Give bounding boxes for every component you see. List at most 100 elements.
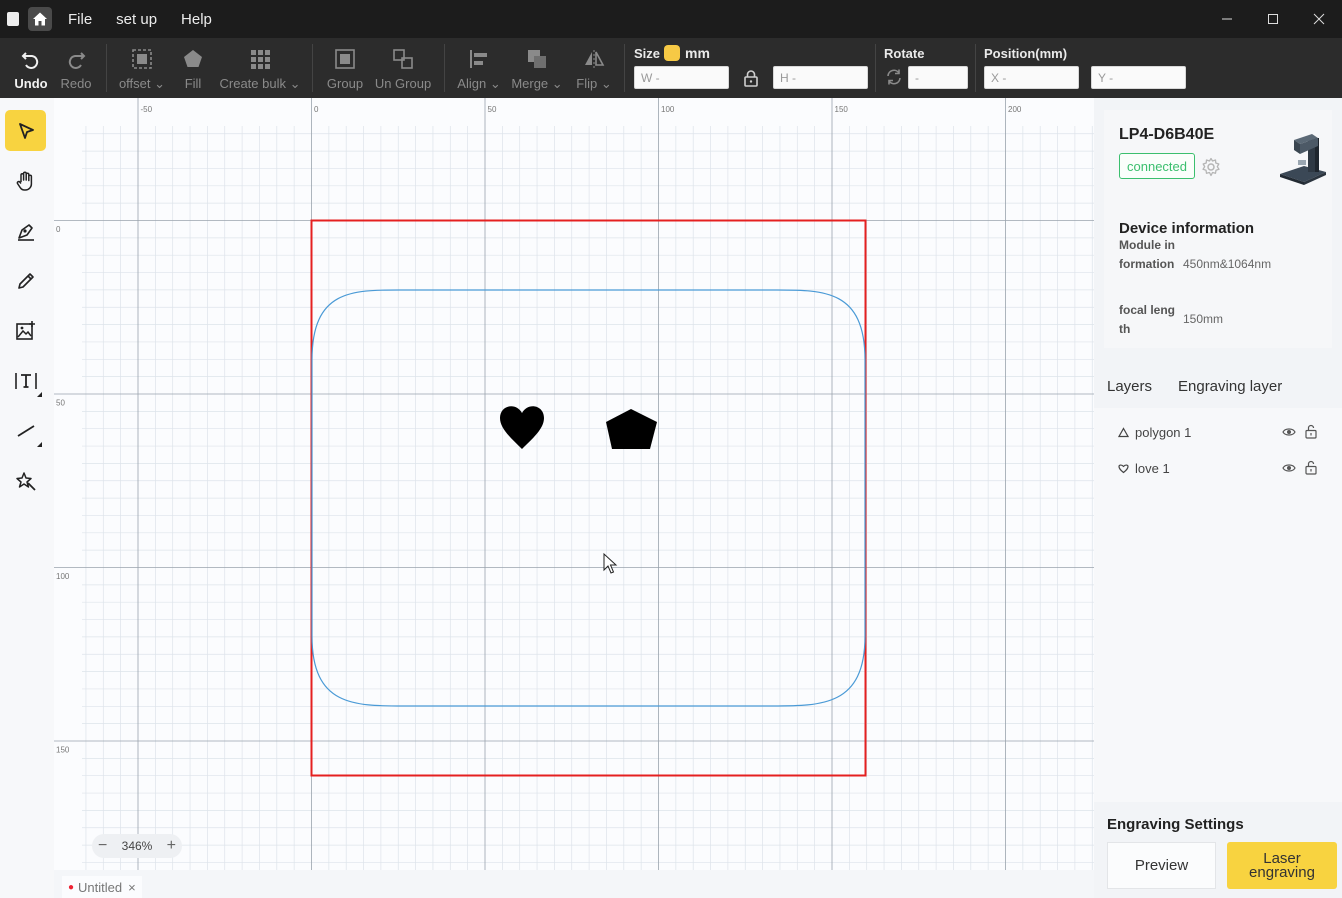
line-icon <box>17 424 34 437</box>
text-tool[interactable] <box>5 360 46 401</box>
height-input[interactable]: H - <box>773 66 868 89</box>
align-dropdown[interactable]: Align ⌄ <box>456 38 502 98</box>
ungroup-button[interactable]: Un Group <box>374 38 432 98</box>
home-icon <box>33 12 47 26</box>
image-tool[interactable] <box>5 310 46 351</box>
layer-list: polygon 1 love 1 <box>1094 408 1342 802</box>
fill-pentagon-icon <box>184 50 202 67</box>
tab-layers[interactable]: Layers <box>1107 378 1152 395</box>
layer-item-polygon[interactable]: polygon 1 <box>1094 414 1342 450</box>
rotate-input[interactable]: - <box>908 66 968 89</box>
design-canvas[interactable]: -50 0 50 100 150 200 0 50 100 150 <box>54 98 1094 870</box>
module-info-label: Module information <box>1119 238 1175 271</box>
focal-length-label: focal length <box>1119 303 1176 336</box>
left-toolbar <box>0 98 54 898</box>
close-tab-button[interactable]: × <box>128 880 136 895</box>
menu-help[interactable]: Help <box>181 11 212 28</box>
redo-icon <box>68 52 86 69</box>
zoom-in-button[interactable]: + <box>167 837 176 855</box>
merge-icon <box>528 50 546 68</box>
ruler-top-label: -50 <box>141 105 153 114</box>
visibility-eye-icon[interactable] <box>1282 461 1296 475</box>
laser-engraving-button[interactable]: Laser engraving <box>1227 842 1337 889</box>
pen-icon <box>17 223 34 241</box>
ungroup-icon <box>393 49 413 69</box>
flip-dropdown[interactable]: Flip ⌄ <box>574 38 614 98</box>
ruler-top-label: 150 <box>835 105 849 114</box>
connection-status-badge: connected <box>1119 153 1195 179</box>
layer-item-love[interactable]: love 1 <box>1094 450 1342 486</box>
panel-tabs: Layers Engraving layer <box>1094 364 1342 408</box>
heart-shape[interactable] <box>500 406 544 449</box>
ruler-left-label: 0 <box>56 225 61 234</box>
group-icon <box>335 49 355 69</box>
magic-wand-icon <box>15 471 36 491</box>
layer-name: polygon 1 <box>1135 424 1192 440</box>
document-tab[interactable]: ● Untitled × <box>62 876 142 898</box>
maximize-button[interactable] <box>1250 0 1296 38</box>
app-logo-icon <box>7 12 19 26</box>
close-icon <box>1313 13 1325 25</box>
create-bulk-dropdown[interactable]: Create bulk ⌄ <box>220 38 301 98</box>
zoom-out-button[interactable]: − <box>98 837 107 855</box>
ruler-top-label: 200 <box>1008 105 1022 114</box>
main-toolbar: Undo Redo offset ⌄ Fill Create bulk ⌄ Gr… <box>0 38 1342 98</box>
canvas-surface[interactable]: -50 0 50 100 150 200 0 50 100 150 <box>54 98 1094 870</box>
width-input[interactable]: W - <box>634 66 729 89</box>
preview-button[interactable]: Preview <box>1107 842 1216 889</box>
close-window-button[interactable] <box>1296 0 1342 38</box>
size-label: Size <box>634 46 661 61</box>
pencil-tool[interactable] <box>5 260 46 301</box>
unsaved-dot-icon: ● <box>68 881 75 893</box>
x-position-input[interactable]: X - <box>984 66 1079 89</box>
fill-button[interactable]: Fill <box>178 38 208 98</box>
document-title: Untitled <box>78 879 123 895</box>
flip-icon <box>585 50 605 68</box>
magic-tool[interactable] <box>5 460 46 501</box>
image-icon <box>15 320 35 340</box>
menu-setup[interactable]: set up <box>116 11 157 28</box>
hand-tool[interactable] <box>5 160 46 201</box>
position-label: Position(mm) <box>984 46 1068 61</box>
layer-name: love 1 <box>1135 460 1170 476</box>
gear-icon[interactable] <box>1201 157 1221 177</box>
home-button[interactable] <box>28 7 52 31</box>
unlock-icon[interactable] <box>1304 424 1318 439</box>
laser-machine-image <box>1280 134 1326 185</box>
lock-ratio-icon[interactable] <box>742 69 760 87</box>
module-info-value: 450nm&1064nm <box>1183 257 1272 271</box>
group-button[interactable]: Group <box>324 38 366 98</box>
tab-engraving-layer[interactable]: Engraving layer <box>1178 378 1282 395</box>
undo-icon <box>21 52 39 69</box>
engraving-settings-title: Engraving Settings <box>1107 816 1244 833</box>
focal-length-value: 150mm <box>1183 312 1224 326</box>
minimize-button[interactable] <box>1204 0 1250 38</box>
zoom-level: 346% <box>121 839 153 853</box>
select-tool[interactable] <box>5 110 46 151</box>
heart-icon <box>1118 463 1129 473</box>
device-card: LP4-D6B40E connected Device information … <box>1104 110 1332 348</box>
visibility-eye-icon[interactable] <box>1282 425 1296 439</box>
y-position-input[interactable]: Y - <box>1091 66 1186 89</box>
ruler-top-label: 100 <box>661 105 675 114</box>
title-bar: File set up Help <box>0 0 1342 38</box>
align-icon <box>470 50 487 68</box>
select-arrow-icon <box>18 122 34 139</box>
redo-button[interactable]: Redo <box>58 38 94 98</box>
pentagon-shape[interactable] <box>606 409 657 449</box>
merge-dropdown[interactable]: Merge ⌄ <box>510 38 564 98</box>
unlock-icon[interactable] <box>1304 460 1318 475</box>
text-icon <box>14 372 37 389</box>
unit-toggle[interactable] <box>664 45 680 61</box>
right-panel: LP4-D6B40E connected Device information … <box>1094 98 1342 898</box>
offset-dropdown[interactable]: offset ⌄ <box>118 38 166 98</box>
ruler-left-label: 150 <box>56 746 70 755</box>
undo-button[interactable]: Undo <box>12 38 50 98</box>
menu-file[interactable]: File <box>68 11 92 28</box>
zoom-control: − 346% + <box>92 834 182 858</box>
ruler-left-label: 100 <box>56 572 70 581</box>
pen-tool[interactable] <box>5 210 46 251</box>
device-name: LP4-D6B40E <box>1119 126 1215 143</box>
hand-icon <box>16 171 32 191</box>
line-tool[interactable] <box>5 410 46 451</box>
